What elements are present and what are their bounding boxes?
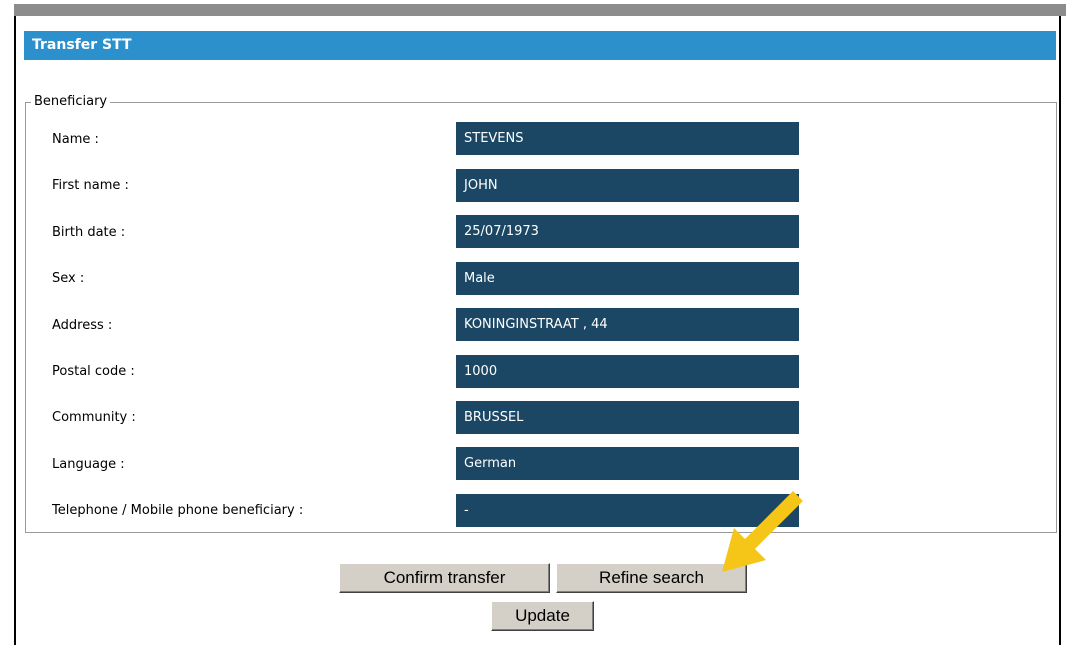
sex-label: Sex :: [52, 271, 85, 286]
community-value: BRUSSEL: [456, 401, 799, 434]
telephone-label: Telephone / Mobile phone beneficiary :: [52, 503, 304, 518]
community-label: Community :: [52, 410, 136, 425]
language-value: German: [456, 447, 799, 480]
beneficiary-legend: Beneficiary: [31, 94, 111, 109]
language-label: Language :: [52, 457, 125, 472]
yellow-arrow-icon: [722, 491, 803, 572]
birth-date-value: 25/07/1973: [456, 215, 799, 248]
page-title: Transfer STT: [24, 31, 1056, 60]
postal-code-value: 1000: [456, 355, 799, 388]
confirm-transfer-button[interactable]: Confirm transfer: [339, 563, 550, 593]
name-value: STEVENS: [456, 122, 799, 155]
update-button[interactable]: Update: [491, 601, 594, 631]
postal-code-label: Postal code :: [52, 364, 135, 379]
first-name-value: JOHN: [456, 169, 799, 202]
window-top-bar: [14, 4, 1066, 16]
address-label: Address :: [52, 318, 113, 333]
sex-value: Male: [456, 262, 799, 295]
birth-date-label: Birth date :: [52, 225, 126, 240]
address-value: KONINGINSTRAAT , 44: [456, 308, 799, 341]
name-label: Name :: [52, 132, 99, 147]
first-name-label: First name :: [52, 178, 129, 193]
